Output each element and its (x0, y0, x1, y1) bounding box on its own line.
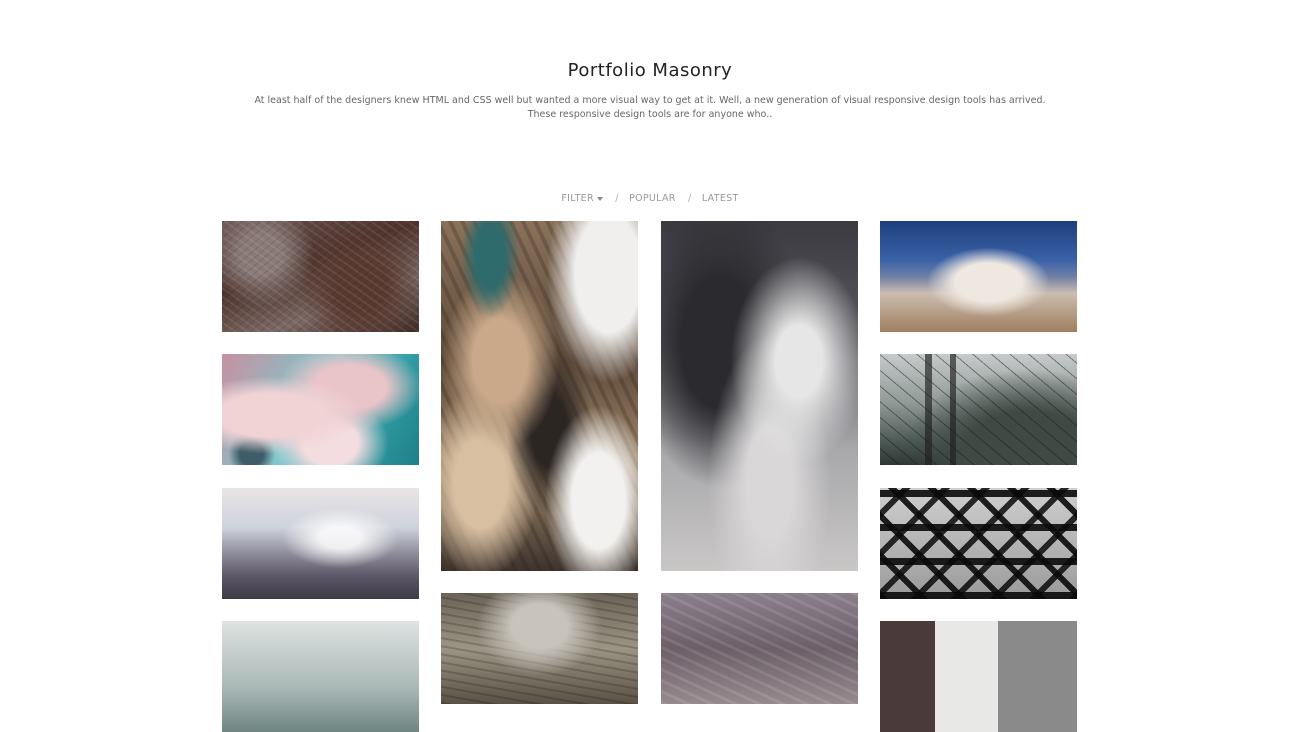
page-description: At least half of the designers knew HTML… (230, 94, 1070, 122)
portfolio-item-pink-water-abstract[interactable] (222, 354, 419, 465)
portfolio-item-aerial-terrain[interactable] (441, 221, 638, 571)
portfolio-item-hazy-valley[interactable] (222, 488, 419, 599)
portfolio-item-canyon-aerial[interactable] (661, 593, 858, 704)
filter-latest[interactable]: LATEST (702, 193, 739, 204)
filter-separator: / (615, 193, 619, 204)
filter-bar: FILTER / POPULAR / LATEST (0, 193, 1300, 204)
filter-popular[interactable]: POPULAR (629, 193, 676, 204)
portfolio-item-mountain-above-clouds[interactable] (880, 221, 1077, 332)
portfolio-item-transmission-tower[interactable] (880, 354, 1077, 465)
portfolio-item-steel-bridge[interactable] (880, 488, 1077, 599)
portfolio-item-storm-clouds[interactable] (661, 221, 858, 571)
filter-separator: / (688, 193, 692, 204)
portfolio-item-aerial-city[interactable] (222, 221, 419, 332)
portfolio-item-driftwood[interactable] (441, 593, 638, 704)
filter-label: FILTER (561, 193, 594, 204)
portfolio-item-coastal-landscape[interactable] (222, 621, 419, 732)
portfolio-item-wall-corner[interactable] (880, 621, 1077, 732)
description-line-2: These responsive design tools are for an… (527, 109, 773, 120)
description-line-1: At least half of the designers knew HTML… (254, 95, 1046, 106)
filter-dropdown[interactable]: FILTER (561, 193, 606, 204)
page-title: Portfolio Masonry (567, 60, 733, 81)
caret-down-icon (596, 196, 603, 201)
